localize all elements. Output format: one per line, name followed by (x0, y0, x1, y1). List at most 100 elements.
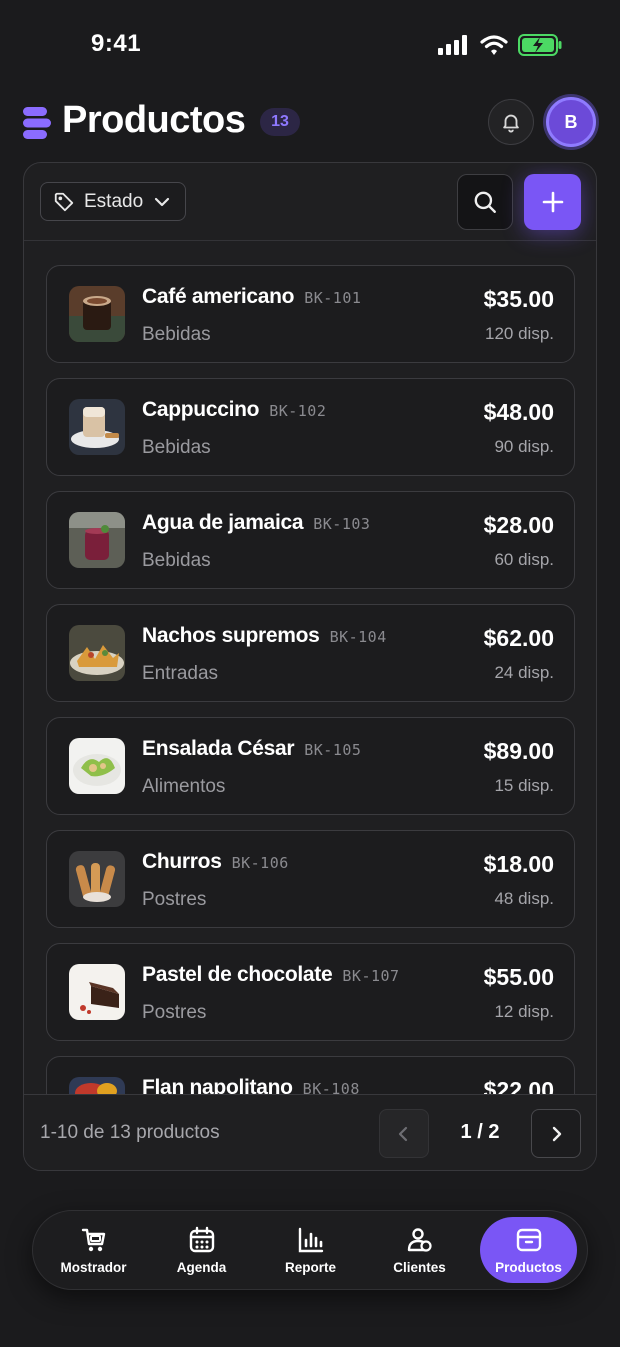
notifications-button[interactable] (488, 99, 534, 145)
next-page-button[interactable] (531, 1109, 581, 1158)
product-price: $89.00 (483, 738, 554, 764)
users-icon (407, 1227, 432, 1252)
search-icon (474, 191, 496, 213)
nav-item-reporte[interactable]: Reporte (262, 1217, 359, 1283)
product-thumbnail (69, 625, 125, 681)
product-price: $28.00 (483, 512, 554, 538)
calendar-icon (189, 1226, 214, 1252)
product-category: Postres (142, 889, 207, 910)
product-sku: BK-104 (329, 628, 387, 646)
nav-item-mostrador[interactable]: Mostrador (45, 1217, 142, 1283)
product-stock: 48 disp. (494, 889, 554, 908)
product-sku: BK-103 (313, 515, 371, 533)
pagination-range: 1-10 de 13 productos (40, 1122, 220, 1143)
product-name: Flan napolitano (142, 1076, 293, 1094)
product-sku: BK-108 (302, 1080, 360, 1094)
pagination-bar: 1-10 de 13 productos 1 / 2 (24, 1094, 596, 1170)
product-sku: BK-107 (342, 967, 400, 985)
product-thumbnail (69, 1077, 125, 1094)
status-icons (438, 34, 562, 56)
product-category: Bebidas (142, 437, 211, 458)
app-logo-icon (23, 107, 51, 139)
chevron-right-icon (552, 1126, 562, 1141)
list-item[interactable]: Churros BK-106 Postres $18.00 48 disp. (46, 830, 575, 928)
bell-icon (503, 114, 519, 133)
status-time: 9:41 (91, 30, 142, 57)
product-stock: 24 disp. (494, 663, 554, 682)
nav-label: Clientes (393, 1259, 446, 1275)
nav-item-agenda[interactable]: Agenda (153, 1217, 250, 1283)
nav-item-productos[interactable]: Productos (480, 1217, 577, 1283)
product-stock: 90 disp. (494, 437, 554, 456)
product-sku: BK-106 (231, 854, 289, 872)
chart-icon (298, 1227, 323, 1252)
avatar[interactable]: B (546, 97, 596, 147)
product-category: Alimentos (142, 776, 226, 797)
battery-icon (518, 34, 562, 56)
nav-label: Mostrador (60, 1259, 127, 1275)
products-panel: Estado Café americanoBK-101 Bebidas $35 (23, 162, 597, 1171)
status-filter-dropdown[interactable]: Estado (40, 182, 186, 221)
bottom-nav: Mostrador Agenda Reporte Clientes Produc… (32, 1210, 588, 1290)
list-item[interactable]: Café americano BK-101 Bebidas $35.00 120 … (46, 265, 575, 363)
product-category: Entradas (142, 663, 219, 684)
product-thumbnail (69, 964, 125, 1020)
tag-icon (54, 192, 74, 211)
list-item[interactable]: Nachos supremos BK-104 Entradas $62.00 24… (46, 604, 575, 702)
toolbar: Estado (24, 163, 596, 241)
product-name: Pastel de chocolate (142, 963, 333, 986)
chevron-left-icon (398, 1126, 408, 1141)
product-name: Agua de jamaica (142, 511, 304, 534)
product-price: $22.00 (483, 1077, 554, 1094)
avatar-initial: B (564, 111, 578, 132)
product-list: Café americano BK-101 Bebidas $35.00 120 … (24, 242, 596, 1094)
product-thumbnail (69, 286, 125, 342)
product-category: Bebidas (142, 550, 211, 571)
prev-page-button[interactable] (379, 1109, 429, 1158)
product-price: $62.00 (483, 625, 554, 651)
product-stock: 60 disp. (494, 550, 554, 569)
product-stock: 15 disp. (494, 776, 554, 795)
list-item[interactable]: Agua de jamaica BK-103 Bebidas $28.00 60 … (46, 491, 575, 589)
list-item[interactable]: Cappuccino BK-102 Bebidas $48.00 90 disp. (46, 378, 575, 476)
product-stock: 12 disp. (494, 1002, 554, 1021)
product-sku: BK-105 (304, 741, 362, 759)
add-product-button[interactable] (524, 174, 581, 230)
status-bar: 9:41 (0, 0, 620, 90)
product-thumbnail (69, 738, 125, 794)
product-category: Bebidas (142, 324, 211, 345)
list-item[interactable]: Ensalada César BK-105 Alimentos $89.00 15… (46, 717, 575, 815)
plus-icon (542, 191, 563, 213)
product-name: Churros (142, 850, 222, 873)
product-price: $18.00 (483, 851, 554, 877)
page-header: Productos 13 B (0, 95, 620, 155)
product-stock: 120 disp. (485, 324, 554, 343)
product-count-badge: 13 (260, 108, 300, 136)
product-category: Postres (142, 1002, 207, 1023)
list-item[interactable]: Flan napolitano BK-108 $22.00 (46, 1056, 575, 1094)
signal-icon (438, 35, 467, 55)
product-name: Café americano (142, 285, 295, 308)
product-name: Nachos supremos (142, 624, 320, 647)
product-name: Ensalada César (142, 737, 295, 760)
product-sku: BK-101 (304, 289, 362, 307)
filter-label: Estado (84, 190, 144, 212)
nav-label: Reporte (284, 1259, 336, 1275)
page-indicator: 1 / 2 (460, 1121, 500, 1143)
product-name: Cappuccino (142, 398, 260, 421)
product-thumbnail (69, 512, 125, 568)
list-item[interactable]: Pastel de chocolate BK-107 Postres $55.00… (46, 943, 575, 1041)
nav-label: Agenda (176, 1259, 227, 1275)
product-price: $55.00 (483, 964, 554, 990)
cart-icon (81, 1228, 105, 1251)
wifi-icon (480, 34, 508, 55)
product-price: $35.00 (483, 286, 554, 312)
search-button[interactable] (457, 174, 513, 230)
chevron-down-icon (155, 197, 170, 206)
product-price: $48.00 (483, 399, 554, 425)
product-thumbnail (69, 851, 125, 907)
product-thumbnail (69, 399, 125, 455)
nav-item-clientes[interactable]: Clientes (371, 1217, 468, 1283)
box-icon (516, 1228, 541, 1251)
product-sku: BK-102 (269, 402, 327, 420)
